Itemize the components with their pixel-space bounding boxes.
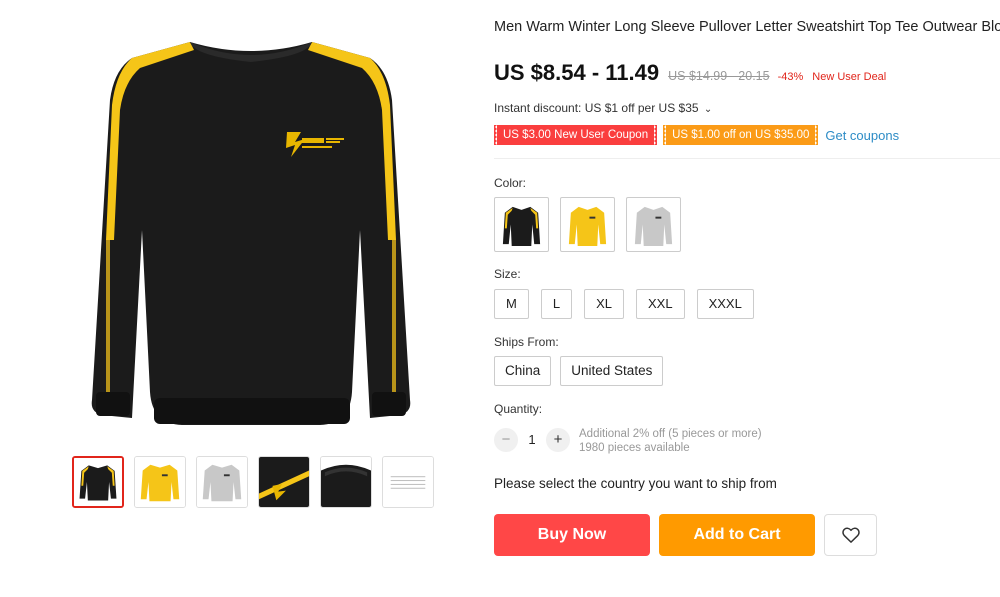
buy-now-button[interactable]: Buy Now: [494, 514, 650, 556]
thumbnail-sleeve-detail[interactable]: [258, 456, 310, 508]
instant-discount-text: Instant discount: US $1 off per US $35: [494, 101, 699, 115]
thumbnail-strip: [72, 456, 434, 508]
size-option-l[interactable]: L: [540, 289, 573, 319]
size-option-m[interactable]: M: [494, 289, 529, 319]
thumbnail-size-chart[interactable]: [382, 456, 434, 508]
divider: [494, 158, 1000, 159]
store-coupon[interactable]: US $1.00 off on US $35.00: [663, 125, 819, 145]
stock-available: 1980 pieces available: [579, 442, 690, 454]
current-price: US $8.54 - 11.49: [494, 60, 660, 85]
bulk-discount-note: Additional 2% off (5 pieces or more): [579, 428, 762, 440]
color-option-gray[interactable]: [626, 197, 681, 252]
coupon-row: US $3.00 New User Coupon US $1.00 off on…: [494, 125, 899, 145]
color-options: [494, 197, 681, 252]
size-option-xxl[interactable]: XXL: [635, 289, 685, 319]
color-option-black[interactable]: [494, 197, 549, 252]
new-user-coupon[interactable]: US $3.00 New User Coupon: [494, 125, 658, 145]
ships-from-label: Ships From:: [494, 335, 559, 349]
ships-from-united-states[interactable]: United States: [560, 356, 664, 386]
original-price: US $14.99 - 20.15: [668, 69, 770, 83]
ship-country-message: Please select the country you want to sh…: [494, 476, 777, 491]
quantity-decrease-button[interactable]: −: [494, 428, 518, 452]
quantity-stepper: − 1 + Additional 2% off (5 pieces or mor…: [494, 428, 762, 455]
wishlist-button[interactable]: [824, 514, 877, 556]
heart-icon: [841, 527, 860, 543]
quantity-label: Quantity:: [494, 402, 543, 416]
product-title: Men Warm Winter Long Sleeve Pullover Let…: [494, 19, 1000, 35]
discount-percent: -43%: [777, 71, 804, 83]
chevron-down-icon: ⌄: [703, 104, 713, 115]
thumbnail-black-front[interactable]: [72, 456, 124, 508]
thumbnail-collar-detail[interactable]: [320, 456, 372, 508]
get-coupons-link[interactable]: Get coupons: [825, 128, 899, 143]
price-row: US $8.54 - 11.49 US $14.99 - 20.15 -43% …: [494, 60, 886, 86]
ships-from-options: China United States: [494, 356, 664, 386]
new-user-deal-tag: New User Deal: [812, 71, 887, 83]
ships-from-china[interactable]: China: [494, 356, 552, 386]
size-option-xl[interactable]: XL: [584, 289, 624, 319]
size-options: M L XL XXL XXXL: [494, 289, 754, 319]
thumbnail-gray-front[interactable]: [196, 456, 248, 508]
action-buttons: Buy Now Add to Cart: [494, 514, 877, 556]
instant-discount[interactable]: Instant discount: US $1 off per US $35 ⌄: [494, 101, 712, 115]
main-product-image[interactable]: [70, 20, 432, 440]
size-label: Size:: [494, 267, 521, 281]
quantity-value[interactable]: 1: [518, 428, 546, 452]
quantity-info: Additional 2% off (5 pieces or more) 198…: [579, 427, 762, 455]
quantity-increase-button[interactable]: +: [546, 428, 570, 452]
color-option-yellow[interactable]: [560, 197, 615, 252]
thumbnail-yellow-front[interactable]: [134, 456, 186, 508]
add-to-cart-button[interactable]: Add to Cart: [659, 514, 815, 556]
size-option-xxxl[interactable]: XXXL: [696, 289, 754, 319]
color-label: Color:: [494, 176, 527, 190]
